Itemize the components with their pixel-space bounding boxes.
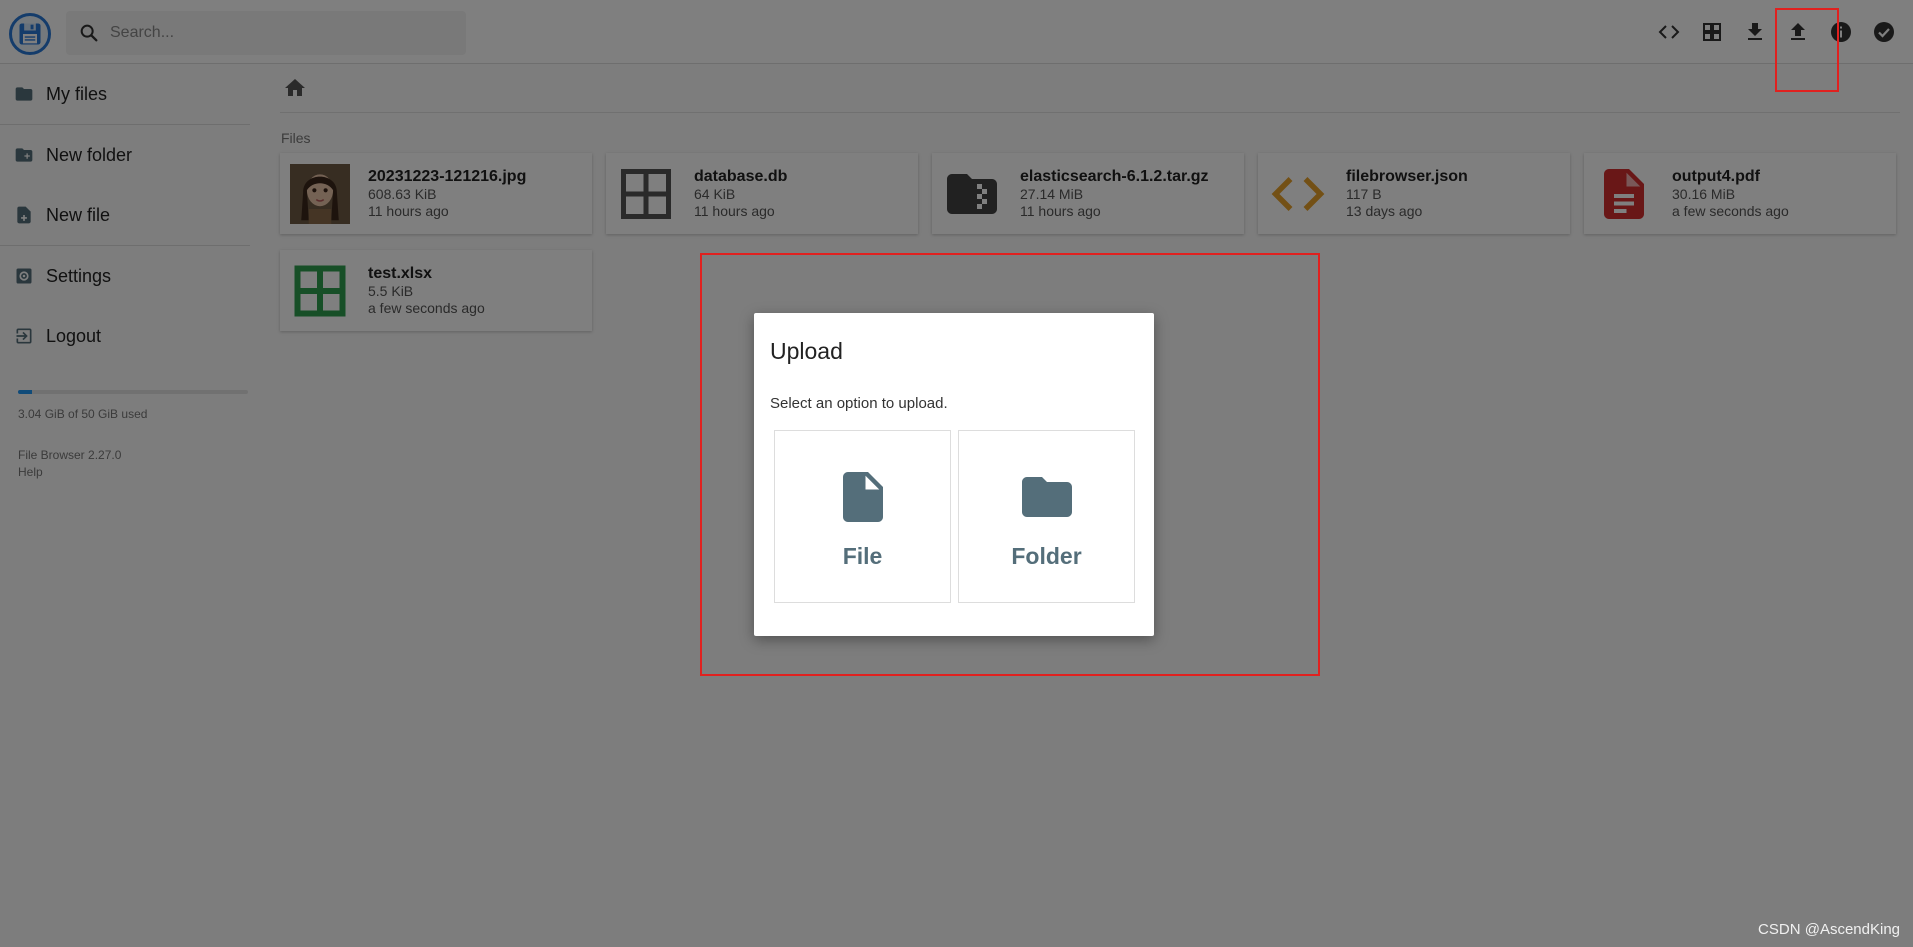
watermark: CSDN @AscendKing (1758, 921, 1900, 938)
upload-dialog: Upload Select an option to upload. File … (754, 313, 1154, 636)
upload-file-label: File (842, 543, 883, 569)
highlight-upload-button (1775, 8, 1839, 92)
upload-folder-button[interactable]: Folder (958, 430, 1135, 603)
dialog-text: Select an option to upload. (770, 395, 948, 412)
upload-file-button[interactable]: File (774, 430, 951, 603)
upload-folder-label: Folder (1011, 543, 1082, 569)
file-icon (842, 472, 883, 522)
dialog-title: Upload (770, 338, 843, 364)
folder-icon (1021, 477, 1072, 517)
